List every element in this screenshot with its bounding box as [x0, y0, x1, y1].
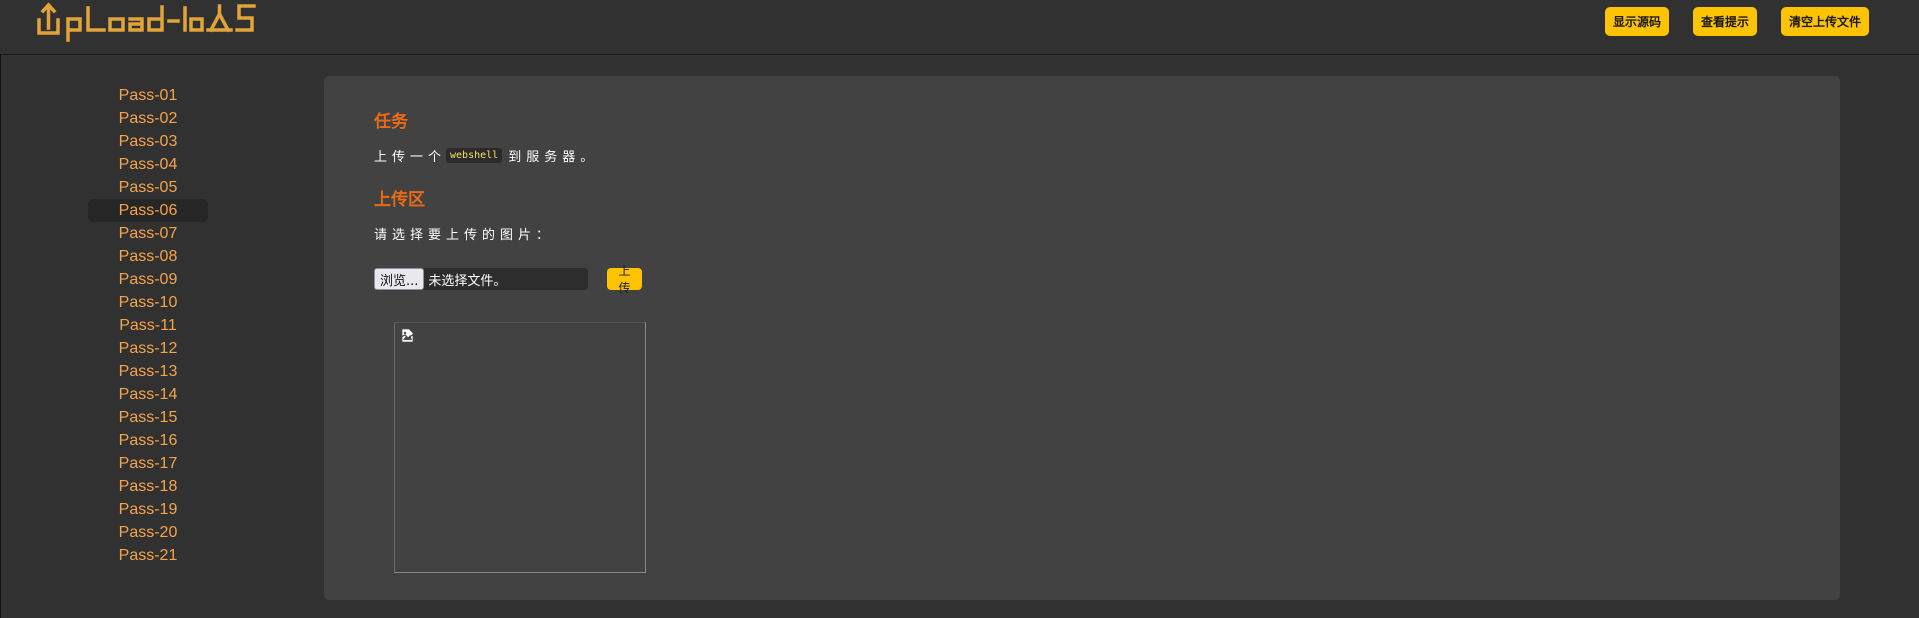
sidebar-item-pass-06[interactable]: Pass-06: [88, 199, 208, 222]
sidebar-item-pass-02[interactable]: Pass-02: [88, 107, 208, 130]
sidebar-item-pass-11[interactable]: Pass-11: [88, 314, 208, 337]
sidebar-item-pass-13[interactable]: Pass-13: [88, 360, 208, 383]
sidebar-item-pass-14[interactable]: Pass-14: [88, 383, 208, 406]
broken-image-icon: [401, 328, 414, 343]
show-source-button[interactable]: 显示源码: [1604, 7, 1669, 36]
sidebar-item-pass-10[interactable]: Pass-10: [88, 291, 208, 314]
sidebar-item-pass-21[interactable]: Pass-21: [88, 544, 208, 567]
sidebar-item-pass-04[interactable]: Pass-04: [88, 153, 208, 176]
sidebar-item-pass-12[interactable]: Pass-12: [88, 337, 208, 360]
clear-uploads-button[interactable]: 清空上传文件: [1780, 7, 1869, 36]
sidebar-item-pass-01[interactable]: Pass-01: [88, 84, 208, 107]
sidebar-item-pass-07[interactable]: Pass-07: [88, 222, 208, 245]
sidebar-item-pass-18[interactable]: Pass-18: [88, 475, 208, 498]
sidebar-item-pass-09[interactable]: Pass-09: [88, 268, 208, 291]
webshell-code: webshell: [446, 148, 503, 163]
sidebar-item-pass-08[interactable]: Pass-08: [88, 245, 208, 268]
left-border: [0, 55, 1, 618]
sidebar-item-pass-15[interactable]: Pass-15: [88, 406, 208, 429]
upload-labs-logo[interactable]: [36, 0, 266, 44]
upload-form: 浏览... 未选择文件。 上传: [374, 264, 642, 295]
task-title: 任务: [374, 112, 408, 132]
task-suffix: 到服务器。: [508, 150, 599, 165]
top-bar: 显示源码 查看提示 清空上传文件: [0, 0, 1919, 55]
view-hint-button[interactable]: 查看提示: [1692, 7, 1757, 36]
upload-button[interactable]: 上传: [607, 264, 642, 295]
header-actions: 显示源码 查看提示 清空上传文件: [1604, 7, 1869, 36]
upload-area-title: 上传区: [374, 190, 425, 210]
choose-image-prompt: 请选择要上传的图片：: [374, 228, 555, 243]
file-status-label: 未选择文件。: [428, 273, 507, 289]
sidebar-item-pass-17[interactable]: Pass-17: [88, 452, 208, 475]
task-description: 上传一个 webshell 到服务器。: [374, 146, 598, 165]
task-prefix: 上传一个: [374, 150, 447, 165]
sidebar-item-pass-05[interactable]: Pass-05: [88, 176, 208, 199]
sidebar-item-pass-20[interactable]: Pass-20: [88, 521, 208, 544]
sidebar-menu: Pass-01 Pass-02 Pass-03 Pass-04 Pass-05 …: [88, 84, 208, 567]
file-input[interactable]: 浏览... 未选择文件。: [374, 268, 588, 290]
sidebar-item-pass-16[interactable]: Pass-16: [88, 429, 208, 452]
main-panel: 任务 上传一个 webshell 到服务器。 上传区 请选择要上传的图片： 浏览…: [324, 76, 1840, 600]
browse-button[interactable]: 浏览...: [374, 268, 425, 290]
sidebar-item-pass-03[interactable]: Pass-03: [88, 130, 208, 153]
sidebar-item-pass-19[interactable]: Pass-19: [88, 498, 208, 521]
image-preview: [394, 322, 646, 573]
